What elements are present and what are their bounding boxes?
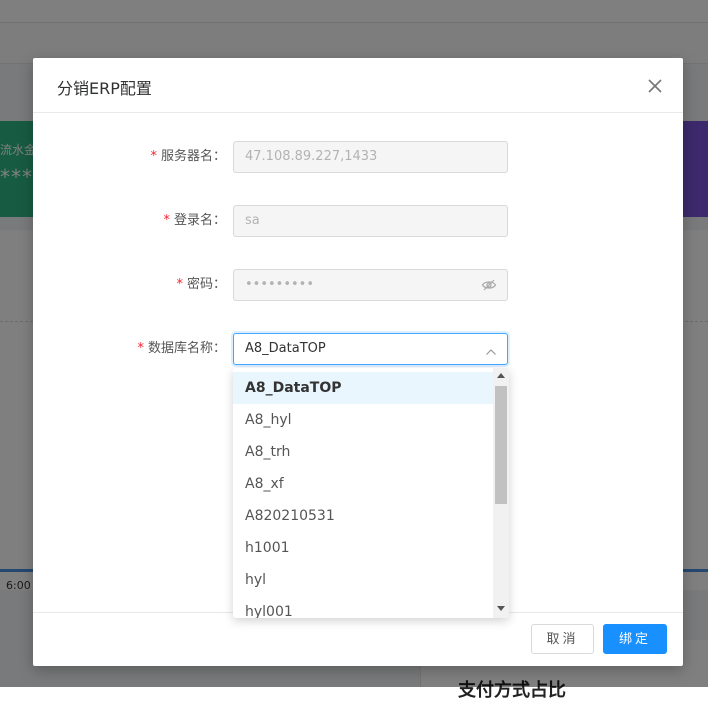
required-mark: * — [163, 213, 170, 228]
database-label: * 数据库名称： — [137, 341, 226, 356]
scroll-up-arrow-icon[interactable] — [497, 373, 505, 378]
login-label: * 登录名： — [163, 213, 226, 228]
login-value: sa — [245, 213, 260, 228]
dropdown-option[interactable]: hyl — [233, 564, 493, 596]
form-row-server: * 服务器名： 47.108.89.227,1433 — [33, 141, 683, 173]
form-row-login: * 登录名： sa — [33, 205, 683, 237]
scrollbar-thumb[interactable] — [495, 386, 507, 504]
password-input[interactable]: ••••••••• — [233, 269, 508, 301]
form-row-database: * 数据库名称： A8_DataTOP — [33, 333, 683, 365]
cancel-button[interactable]: 取消 — [531, 624, 594, 654]
required-mark: * — [176, 277, 183, 292]
dropdown-option[interactable]: h1001 — [233, 532, 493, 564]
server-input[interactable]: 47.108.89.227,1433 — [233, 141, 508, 173]
password-value: ••••••••• — [245, 277, 315, 292]
dialog-header: 分销ERP配置 — [33, 58, 683, 113]
dropdown-option[interactable]: A8_hyl — [233, 404, 493, 436]
dropdown-option[interactable]: A8_DataTOP — [233, 372, 493, 404]
database-dropdown: A8_DataTOP A8_hyl A8_trh A8_xf A820210531 h10… — [233, 368, 509, 618]
close-icon[interactable] — [643, 74, 667, 98]
password-label: * 密码： — [176, 277, 226, 292]
database-value: A8_DataTOP — [245, 341, 326, 356]
server-value: 47.108.89.227,1433 — [245, 149, 378, 164]
form-row-password: * 密码： ••••••••• — [33, 269, 683, 301]
dropdown-option[interactable]: hyl001 — [233, 596, 493, 618]
bind-button[interactable]: 绑定 — [603, 624, 667, 654]
required-mark: * — [137, 341, 144, 356]
server-label: * 服务器名： — [150, 149, 226, 164]
database-select[interactable]: A8_DataTOP — [233, 333, 508, 365]
required-mark: * — [150, 149, 157, 164]
dropdown-scrollbar[interactable] — [493, 368, 509, 618]
dropdown-option[interactable]: A8_trh — [233, 436, 493, 468]
scroll-down-arrow-icon[interactable] — [497, 606, 505, 611]
login-input[interactable]: sa — [233, 205, 508, 237]
dialog-title: 分销ERP配置 — [57, 79, 152, 98]
dropdown-option[interactable]: A820210531 — [233, 500, 493, 532]
dropdown-option[interactable]: A8_xf — [233, 468, 493, 500]
eye-hidden-icon[interactable] — [481, 277, 497, 293]
chevron-up-icon — [485, 343, 497, 355]
